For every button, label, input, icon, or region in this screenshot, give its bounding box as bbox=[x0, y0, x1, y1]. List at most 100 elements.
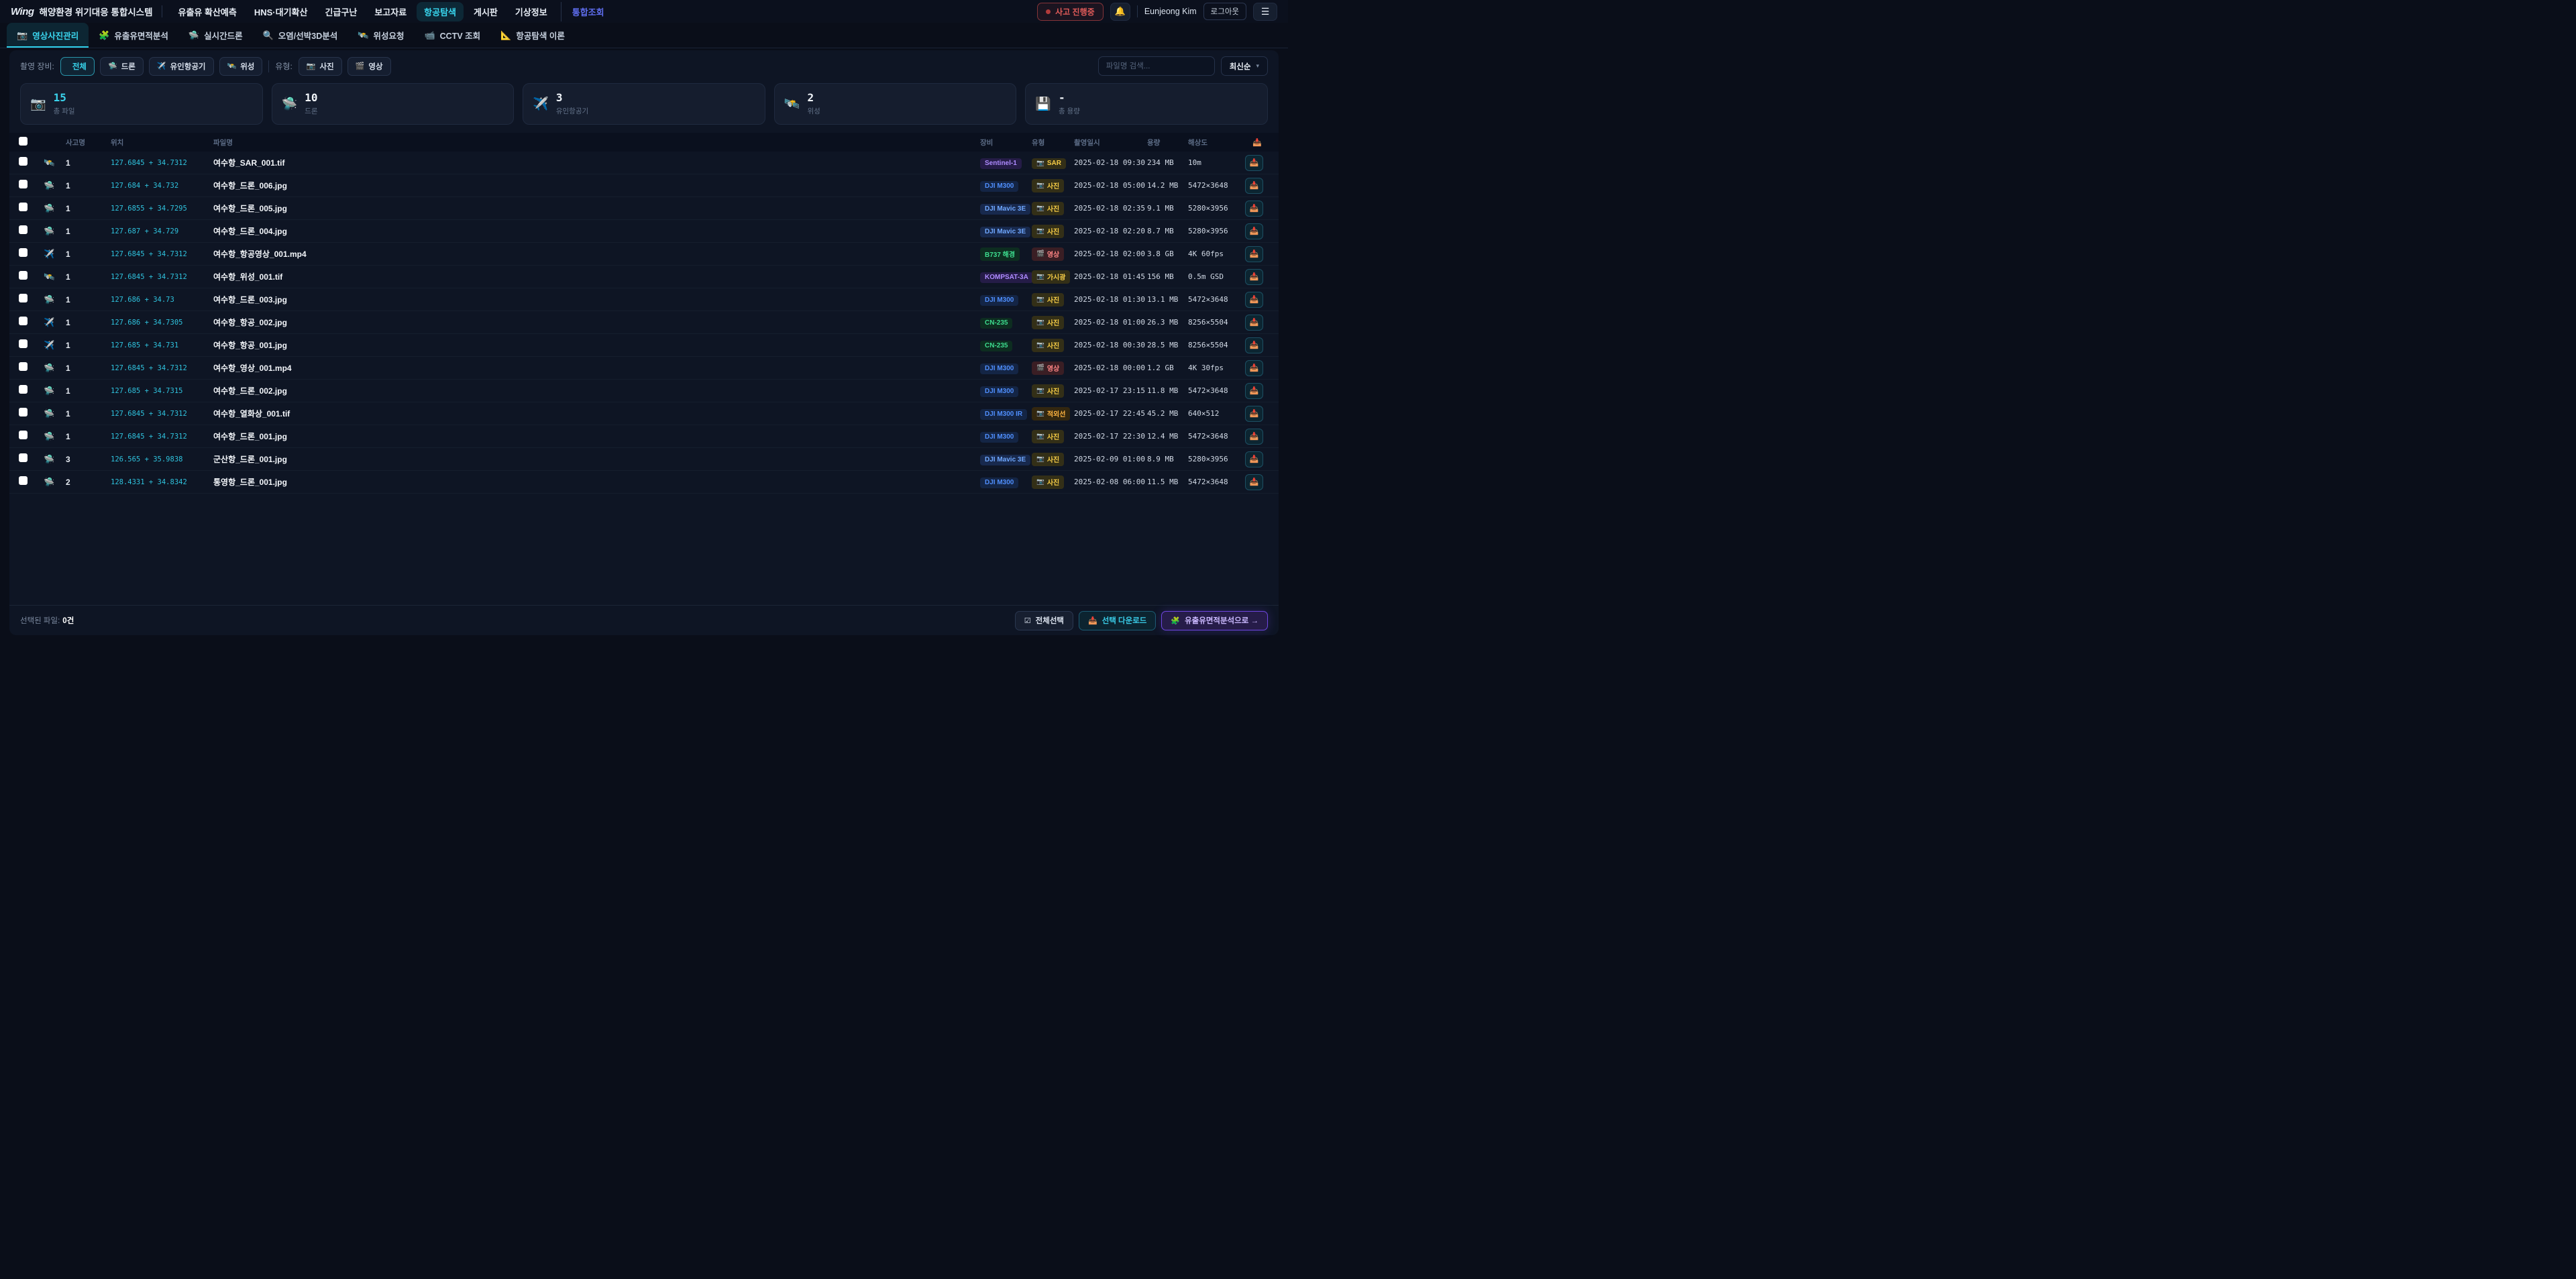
capture-datetime: 2025-02-18 01:45 bbox=[1074, 272, 1145, 281]
resolution: 4K 60fps bbox=[1188, 249, 1243, 258]
device-filter-chip[interactable]: ✈️ 유인항공기 bbox=[149, 57, 214, 76]
download-button[interactable]: 📥 bbox=[1245, 474, 1263, 490]
row-checkbox[interactable] bbox=[19, 248, 28, 257]
table-row[interactable]: ✈️ 1 127.685 + 34.731 여수항_항공_001.jpg CN-… bbox=[9, 334, 1279, 357]
resolution: 5280×3956 bbox=[1188, 455, 1243, 463]
table-row[interactable]: ✈️ 1 127.686 + 34.7305 여수항_항공_002.jpg CN… bbox=[9, 311, 1279, 334]
device-filter-chip[interactable]: 🛰️ 위성 bbox=[219, 57, 263, 76]
row-checkbox[interactable] bbox=[19, 453, 28, 462]
tab[interactable]: 🧩 유출유면적분석 bbox=[89, 23, 178, 48]
download-button[interactable]: 📥 bbox=[1245, 292, 1263, 308]
table-row[interactable]: 🛸 1 127.6845 + 34.7312 여수항_열화상_001.tif D… bbox=[9, 402, 1279, 425]
table-row[interactable]: 🛰️ 1 127.6845 + 34.7312 여수항_위성_001.tif K… bbox=[9, 266, 1279, 288]
row-checkbox[interactable] bbox=[19, 431, 28, 439]
type-filter-chip[interactable]: 📷 사진 bbox=[299, 57, 342, 76]
type-badge: 📷 사진 bbox=[1032, 430, 1064, 443]
location-coordinates: 127.6845 + 34.7312 bbox=[111, 410, 211, 418]
download-button[interactable]: 📥 bbox=[1245, 337, 1263, 353]
nav-item[interactable]: 유출유 확산예측 bbox=[171, 2, 244, 21]
table-row[interactable]: 🛸 1 127.6845 + 34.7312 여수항_영상_001.mp4 DJ… bbox=[9, 357, 1279, 380]
capture-datetime: 2025-02-18 01:00 bbox=[1074, 318, 1145, 327]
row-checkbox[interactable] bbox=[19, 157, 28, 166]
sort-select[interactable]: 최신순 ▾ bbox=[1221, 56, 1268, 76]
tab[interactable]: 🛰️ 위성요청 bbox=[347, 23, 414, 48]
table-row[interactable]: 🛸 1 127.687 + 34.729 여수항_드론_004.jpg DJI … bbox=[9, 220, 1279, 243]
download-button[interactable]: 📥 bbox=[1245, 178, 1263, 194]
notifications-button[interactable]: 🔔 bbox=[1110, 3, 1130, 21]
table-row[interactable]: 🛸 1 127.685 + 34.7315 여수항_드론_002.jpg DJI… bbox=[9, 380, 1279, 402]
row-checkbox[interactable] bbox=[19, 339, 28, 348]
download-icon: 📥 bbox=[1250, 249, 1259, 258]
to-spill-area-analysis-button[interactable]: 🧩 유출유면적분석으로 → bbox=[1161, 611, 1268, 630]
drone-icon: 🛸 bbox=[44, 226, 54, 236]
file-size: 8.9 MB bbox=[1147, 455, 1186, 463]
drone-icon: 🛸 bbox=[282, 96, 298, 112]
table-row[interactable]: 🛸 2 128.4331 + 34.8342 통영항_드론_001.jpg DJ… bbox=[9, 471, 1279, 494]
nav-item[interactable]: 긴급구난 bbox=[317, 2, 364, 21]
download-button[interactable]: 📥 bbox=[1245, 246, 1263, 262]
chevron-down-icon: ▾ bbox=[1256, 62, 1259, 70]
download-button[interactable]: 📥 bbox=[1245, 383, 1263, 399]
select-all-checkbox[interactable] bbox=[19, 137, 28, 146]
row-checkbox[interactable] bbox=[19, 476, 28, 485]
incident-id: 1 bbox=[66, 249, 109, 259]
type-badge: 📷 사진 bbox=[1032, 179, 1064, 192]
stat-card: 💾 - 총 용량 bbox=[1025, 83, 1268, 125]
row-checkbox[interactable] bbox=[19, 362, 28, 371]
location-coordinates: 127.6845 + 34.7312 bbox=[111, 159, 211, 167]
row-checkbox[interactable] bbox=[19, 385, 28, 394]
device-filter-chip[interactable]: 전체 bbox=[60, 57, 95, 76]
nav-item[interactable]: 통합조회 bbox=[561, 2, 612, 21]
nav-item[interactable]: HNS·대기확산 bbox=[247, 2, 315, 21]
download-button[interactable]: 📥 bbox=[1245, 155, 1263, 171]
device-filter-group: 전체 🛸 드론 ✈️ 유인항공기 🛰️ 위성 bbox=[60, 57, 263, 76]
row-checkbox[interactable] bbox=[19, 294, 28, 302]
download-button[interactable]: 📥 bbox=[1245, 429, 1263, 445]
download-button[interactable]: 📥 bbox=[1245, 406, 1263, 422]
camera-icon: 📷 bbox=[1036, 455, 1044, 463]
row-checkbox[interactable] bbox=[19, 225, 28, 234]
satellite-icon: 🛰️ bbox=[227, 62, 237, 70]
row-checkbox[interactable] bbox=[19, 317, 28, 325]
nav-item[interactable]: 보고자료 bbox=[367, 2, 414, 21]
capture-datetime: 2025-02-17 23:15 bbox=[1074, 386, 1145, 395]
table-row[interactable]: ✈️ 1 127.6845 + 34.7312 여수항_항공영상_001.mp4… bbox=[9, 243, 1279, 266]
tab[interactable]: 🛸 실시간드론 bbox=[178, 23, 253, 48]
stat-value: 15 bbox=[54, 92, 75, 104]
table-row[interactable]: 🛸 1 127.686 + 34.73 여수항_드론_003.jpg DJI M… bbox=[9, 288, 1279, 311]
row-checkbox[interactable] bbox=[19, 408, 28, 416]
download-button[interactable]: 📥 bbox=[1245, 451, 1263, 467]
download-button[interactable]: 📥 bbox=[1245, 223, 1263, 239]
menu-button[interactable]: ☰ bbox=[1253, 3, 1277, 21]
download-selected-button[interactable]: 📥 선택 다운로드 bbox=[1079, 611, 1156, 630]
download-button[interactable]: 📥 bbox=[1245, 315, 1263, 331]
nav-item[interactable]: 항공탐색 bbox=[417, 2, 464, 21]
download-button[interactable]: 📥 bbox=[1245, 360, 1263, 376]
nav-item[interactable]: 기상정보 bbox=[508, 2, 555, 21]
tab[interactable]: 📷 영상사진관리 bbox=[7, 23, 89, 48]
capture-datetime: 2025-02-18 05:00 bbox=[1074, 181, 1145, 190]
table-row[interactable]: 🛸 1 127.684 + 34.732 여수항_드론_006.jpg DJI … bbox=[9, 174, 1279, 197]
download-button[interactable]: 📥 bbox=[1245, 269, 1263, 285]
row-checkbox[interactable] bbox=[19, 271, 28, 280]
incident-id: 1 bbox=[66, 364, 109, 373]
tab[interactable]: 🔍 오염/선박3D분석 bbox=[253, 23, 348, 48]
table-row[interactable]: 🛸 3 126.565 + 35.9838 군산항_드론_001.jpg DJI… bbox=[9, 448, 1279, 471]
table-row[interactable]: 🛰️ 1 127.6845 + 34.7312 여수항_SAR_001.tif … bbox=[9, 152, 1279, 174]
row-checkbox[interactable] bbox=[19, 203, 28, 211]
search-input[interactable] bbox=[1098, 56, 1215, 76]
tab[interactable]: 📹 CCTV 조회 bbox=[414, 23, 490, 48]
nav-item[interactable]: 게시판 bbox=[466, 2, 505, 21]
device-filter-chip[interactable]: 🛸 드론 bbox=[100, 57, 144, 76]
table-row[interactable]: 🛸 1 127.6845 + 34.7312 여수항_드론_001.jpg DJ… bbox=[9, 425, 1279, 448]
table-row[interactable]: 🛸 1 127.6855 + 34.7295 여수항_드론_005.jpg DJ… bbox=[9, 197, 1279, 220]
satellite-icon: 🛰️ bbox=[784, 96, 800, 112]
logout-button[interactable]: 로그아웃 bbox=[1203, 3, 1246, 20]
download-button[interactable]: 📥 bbox=[1245, 201, 1263, 217]
row-checkbox[interactable] bbox=[19, 180, 28, 188]
tab[interactable]: 📐 항공탐색 이론 bbox=[490, 23, 575, 48]
location-coordinates: 127.6845 + 34.7312 bbox=[111, 364, 211, 372]
select-all-button[interactable]: ☑ 전체선택 bbox=[1015, 611, 1073, 630]
type-filter-chip[interactable]: 🎬 영상 bbox=[347, 57, 391, 76]
location-coordinates: 127.687 + 34.729 bbox=[111, 227, 211, 235]
